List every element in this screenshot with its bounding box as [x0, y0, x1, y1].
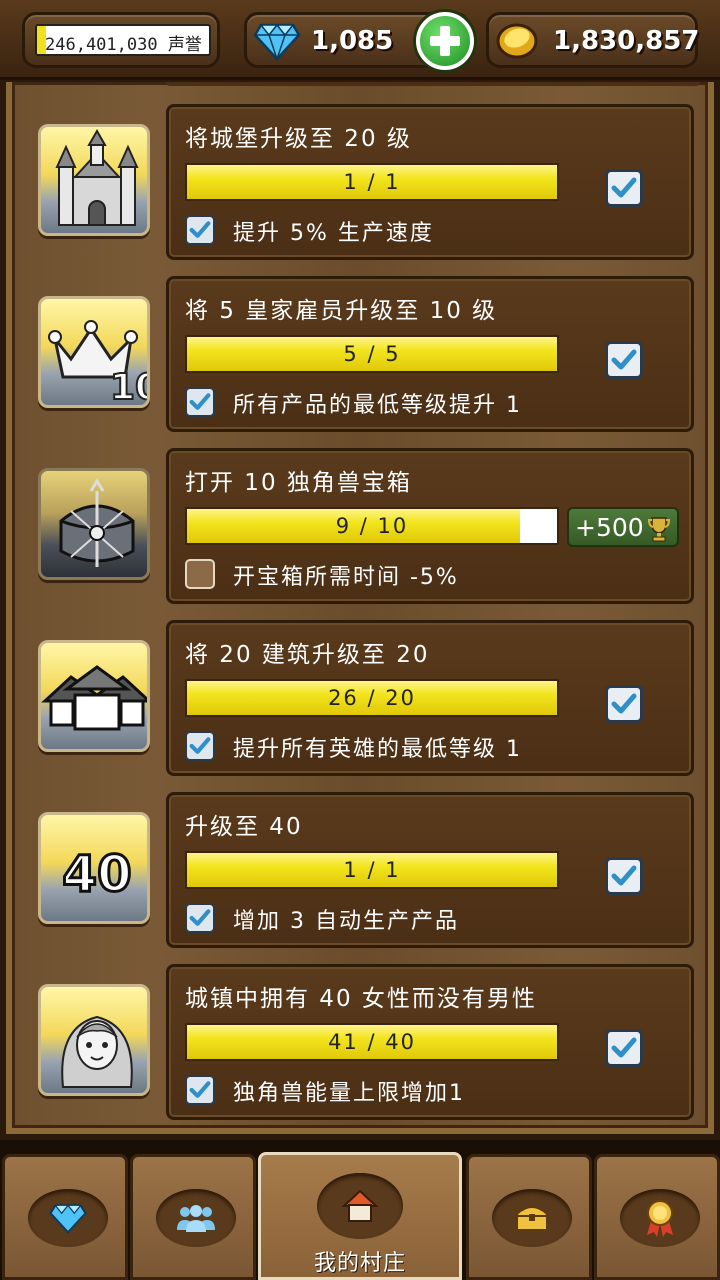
medal-icon — [647, 1200, 673, 1237]
achievement-row: 将城堡升级至 20 级 1 / 1 提升 5% 生产速度 — [12, 104, 720, 264]
nav-tab-shop[interactable] — [2, 1154, 128, 1280]
chest-icon — [516, 1206, 548, 1231]
reward-amount: +500 — [575, 513, 644, 542]
bonus-text: 提升 5% 生产速度 — [233, 221, 434, 246]
progress-text: 1 / 1 — [343, 170, 401, 194]
nav-tab-heroes[interactable] — [130, 1154, 256, 1280]
bonus-text: 开宝箱所需时间 -5% — [233, 565, 459, 590]
checkmark-icon — [611, 865, 637, 886]
bonus-checkbox — [185, 731, 215, 761]
achievements-panel[interactable]: 将城堡升级至 20 级 1 / 1 提升 5% 生产速度 10 — [6, 82, 714, 1134]
achievement-card: 城镇中拥有 40 女性而没有男性 41 / 40 独角兽能量上限增加1 — [166, 964, 694, 1120]
achievement-row: 城镇中拥有 40 女性而没有男性 41 / 40 独角兽能量上限增加1 — [12, 964, 720, 1124]
completed-checkbox — [605, 685, 643, 723]
crown-10-icon: 10 — [38, 296, 150, 408]
achievement-card: 将城堡升级至 20 级 1 / 1 提升 5% 生产速度 — [166, 104, 694, 260]
checkmark-icon — [611, 177, 637, 198]
gold-panel[interactable]: 1,830,857 — [486, 12, 700, 68]
reputation-text: 246,401,030 声誉 — [45, 35, 202, 55]
achievement-card: 升级至 40 1 / 1 增加 3 自动生产产品 — [166, 792, 694, 948]
achievement-row: 40 升级至 40 1 / 1 增加 3 自动生产产品 — [12, 792, 720, 952]
checkmark-icon — [611, 1037, 637, 1058]
bottom-nav: 我的村庄 — [0, 1140, 720, 1280]
nav-icon-holder — [317, 1173, 403, 1239]
progress-text: 41 / 40 — [328, 1030, 416, 1054]
completed-checkbox — [605, 857, 643, 895]
achievement-title: 升级至 40 — [185, 814, 303, 840]
svg-text:10: 10 — [110, 367, 150, 408]
top-bar: 246,401,030 声誉 1,085 1,830,857 — [0, 0, 720, 80]
castle-icon — [38, 124, 150, 236]
gold-coin-icon — [495, 21, 539, 65]
bonus-text: 增加 3 自动生产产品 — [233, 909, 459, 934]
progress-bar: 41 / 40 — [185, 1023, 559, 1061]
bonus-checkbox — [185, 387, 215, 417]
bonus-text: 所有产品的最低等级提升 1 — [233, 393, 522, 418]
progress-bar: 26 / 20 — [185, 679, 559, 717]
nav-tab-achievements[interactable] — [594, 1154, 720, 1280]
gold-count: 1,830,857 — [553, 26, 700, 56]
progress-text: 5 / 5 — [343, 342, 401, 366]
progress-bar: 1 / 1 — [185, 163, 559, 201]
gem-count: 1,085 — [311, 26, 394, 56]
checkmark-icon — [189, 737, 211, 754]
previous-card-edge — [166, 82, 700, 86]
bonus-checkbox — [185, 1075, 215, 1105]
achievement-title: 打开 10 独角兽宝箱 — [185, 470, 412, 496]
checkmark-icon — [189, 909, 211, 926]
reputation-panel[interactable]: 246,401,030 声誉 — [22, 12, 220, 68]
achievement-row: 10 将 5 皇家雇员升级至 10 级 5 / 5 所有产品的最低等级提升 1 — [12, 276, 720, 436]
achievement-row: 将 20 建筑升级至 20 26 / 20 提升所有英雄的最低等级 1 — [12, 620, 720, 780]
achievement-card: 将 5 皇家雇员升级至 10 级 5 / 5 所有产品的最低等级提升 1 — [166, 276, 694, 432]
progress-bar: 5 / 5 — [185, 335, 559, 373]
bonus-text: 提升所有英雄的最低等级 1 — [233, 737, 522, 762]
achievement-card: 打开 10 独角兽宝箱 9 / 10 +500 开宝箱所需时间 -5% — [166, 448, 694, 604]
achievement-title: 将 20 建筑升级至 20 — [185, 642, 430, 668]
nav-tab-my-village[interactable]: 我的村庄 — [258, 1152, 462, 1280]
reward-button[interactable]: +500 — [567, 507, 679, 547]
reputation-bar: 246,401,030 声誉 — [35, 24, 211, 56]
buildings-icon — [38, 640, 150, 752]
plus-icon — [430, 26, 460, 56]
trophy-icon — [647, 517, 671, 542]
nav-tab-chests[interactable] — [466, 1154, 592, 1280]
nav-icon-holder — [156, 1189, 236, 1247]
completed-checkbox — [605, 169, 643, 207]
checkmark-icon — [611, 693, 637, 714]
progress-text: 9 / 10 — [335, 514, 409, 538]
nav-icon-holder — [620, 1189, 700, 1247]
achievement-title: 将城堡升级至 20 级 — [185, 126, 412, 152]
checkmark-icon — [189, 393, 211, 410]
completed-checkbox — [605, 1029, 643, 1067]
achievement-row: 打开 10 独角兽宝箱 9 / 10 +500 开宝箱所需时间 -5% — [12, 448, 720, 608]
add-gems-button[interactable] — [416, 12, 474, 70]
progress-text: 1 / 1 — [343, 858, 401, 882]
achievement-title: 将 5 皇家雇员升级至 10 级 — [185, 298, 498, 324]
bonus-checkbox — [185, 215, 215, 245]
female-portrait-icon — [38, 984, 150, 1096]
bonus-checkbox — [185, 559, 215, 589]
checkmark-icon — [189, 1081, 211, 1098]
progress-bar: 9 / 10 — [185, 507, 559, 545]
unicorn-chest-icon — [38, 468, 150, 580]
checkmark-icon — [189, 221, 211, 238]
achievement-title: 城镇中拥有 40 女性而没有男性 — [185, 986, 537, 1012]
bonus-checkbox — [185, 903, 215, 933]
svg-text:40: 40 — [62, 845, 132, 903]
level-40-icon: 40 — [38, 812, 150, 924]
people-icon — [177, 1205, 215, 1232]
progress-text: 26 / 20 — [328, 686, 416, 710]
checkmark-icon — [611, 349, 637, 370]
diamond-icon — [49, 1204, 87, 1234]
nav-icon-holder — [28, 1189, 108, 1247]
achievement-card: 将 20 建筑升级至 20 26 / 20 提升所有英雄的最低等级 1 — [166, 620, 694, 776]
progress-bar: 1 / 1 — [185, 851, 559, 889]
diamond-icon — [253, 21, 301, 65]
house-icon — [342, 1189, 378, 1222]
completed-checkbox — [605, 341, 643, 379]
bonus-text: 独角兽能量上限增加1 — [233, 1081, 465, 1106]
nav-icon-holder — [492, 1189, 572, 1247]
nav-label: 我的村庄 — [313, 1251, 406, 1276]
